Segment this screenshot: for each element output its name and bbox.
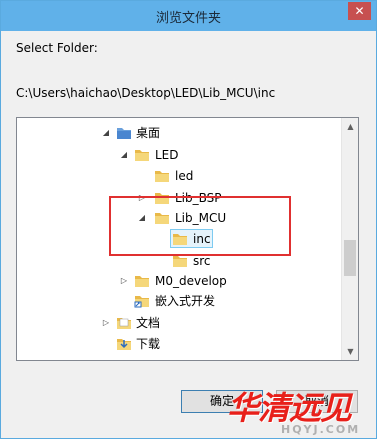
tree-item-led-folder[interactable]: ◢ LED	[17, 145, 337, 165]
downloads-folder-icon	[117, 339, 131, 350]
scroll-up-arrow-icon[interactable]: ▲	[342, 118, 358, 135]
documents-folder-icon	[117, 318, 131, 329]
tree-item-label: 桌面	[136, 126, 161, 140]
tree-item-label: 嵌入式开发	[155, 294, 216, 308]
scroll-thumb[interactable]	[344, 240, 356, 276]
tree-item-label: LED	[155, 148, 179, 162]
tree-item-downloads[interactable]: 下载	[17, 334, 337, 354]
tree-item-desktop[interactable]: ◢ 桌面	[17, 123, 337, 143]
tree-item-m0-develop[interactable]: ▷ M0_develop	[17, 271, 337, 291]
tree-item-led[interactable]: led	[17, 166, 337, 186]
watermark-url: HQYJ.COM	[281, 423, 361, 436]
folder-icon	[135, 276, 149, 287]
select-folder-label: Select Folder:	[16, 41, 98, 55]
tree-item-label: 文档	[136, 316, 161, 330]
vertical-scrollbar[interactable]: ▲ ▼	[341, 118, 358, 360]
current-path-label: C:\Users\haichao\Desktop\LED\Lib_MCU\inc	[16, 86, 276, 100]
title-bar[interactable]: 浏览文件夹 ✕	[1, 1, 376, 31]
expanded-arrow-icon[interactable]: ◢	[101, 123, 111, 143]
folder-icon	[155, 171, 169, 182]
shortcut-folder-icon	[134, 296, 149, 308]
watermark-logo: 华清远见 HQYJ.COM	[221, 381, 377, 439]
tree-item-label: M0_develop	[155, 274, 227, 288]
tree-item-documents[interactable]: ▷ 文档	[17, 313, 337, 333]
folder-icon	[117, 128, 131, 139]
collapsed-arrow-icon[interactable]: ▷	[101, 313, 111, 333]
tree-item-label: 下载	[136, 337, 161, 351]
tree-item-embedded-dev[interactable]: 嵌入式开发	[17, 291, 337, 311]
annotation-highlight-box	[109, 196, 291, 256]
window-title: 浏览文件夹	[155, 11, 221, 26]
collapsed-arrow-icon[interactable]: ▷	[119, 271, 129, 291]
folder-icon	[135, 150, 149, 161]
folder-icon	[173, 256, 187, 267]
expanded-arrow-icon[interactable]: ◢	[119, 145, 129, 165]
close-button[interactable]: ✕	[348, 2, 371, 20]
scroll-down-arrow-icon[interactable]: ▼	[342, 343, 358, 360]
browse-folder-dialog: 浏览文件夹 ✕ Select Folder: C:\Users\haichao\…	[0, 0, 377, 439]
tree-item-label: led	[175, 169, 194, 183]
